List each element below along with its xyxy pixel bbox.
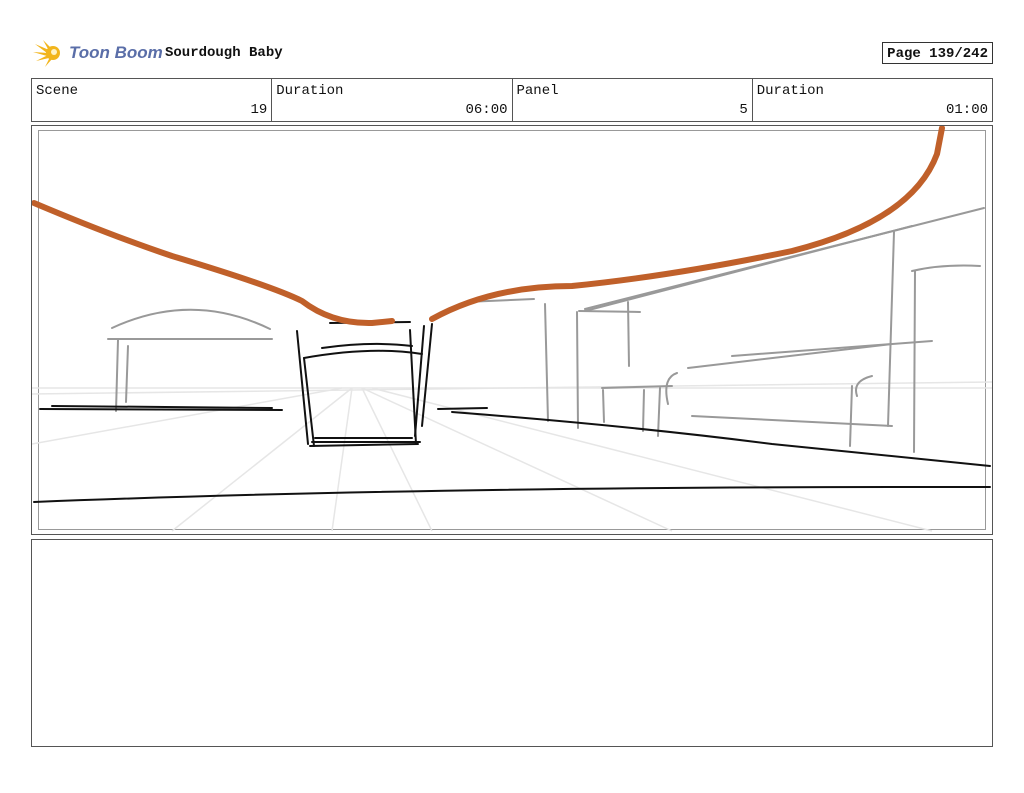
panel-duration-value: 01:00: [945, 102, 988, 118]
panel-duration-label: Duration: [756, 83, 824, 99]
panel-sketch: [32, 126, 992, 532]
page-number: Page 139/242: [882, 42, 993, 64]
logo-text: Toon Boom: [69, 43, 163, 62]
starburst-icon: [33, 40, 60, 67]
perspective-guides: [32, 381, 992, 532]
page-header: Toon Boom Sourdough Baby Page 139/242: [31, 38, 993, 70]
scene-info-table: Scene 19 Duration 06:00 Panel 5 Duration…: [31, 78, 993, 122]
scene-value: 19: [250, 102, 268, 118]
storyboard-panel: [31, 125, 993, 535]
scene-duration-value: 06:00: [465, 102, 508, 118]
notes-box[interactable]: [31, 539, 993, 747]
scene-duration-cell: Duration 06:00: [272, 79, 513, 121]
scene-duration-label: Duration: [276, 83, 344, 99]
panel-value: 5: [739, 102, 748, 118]
project-title: Sourdough Baby: [165, 45, 283, 61]
scene-label: Scene: [36, 83, 79, 99]
panel-cell: Panel 5: [513, 79, 753, 121]
scene-cell: Scene 19: [32, 79, 273, 121]
panel-duration-cell: Duration 01:00: [753, 79, 992, 121]
background-buildings: [107, 207, 985, 453]
toon-boom-logo: Toon Boom: [33, 38, 163, 70]
panel-label: Panel: [516, 83, 559, 99]
orange-accent-line: [32, 126, 945, 327]
